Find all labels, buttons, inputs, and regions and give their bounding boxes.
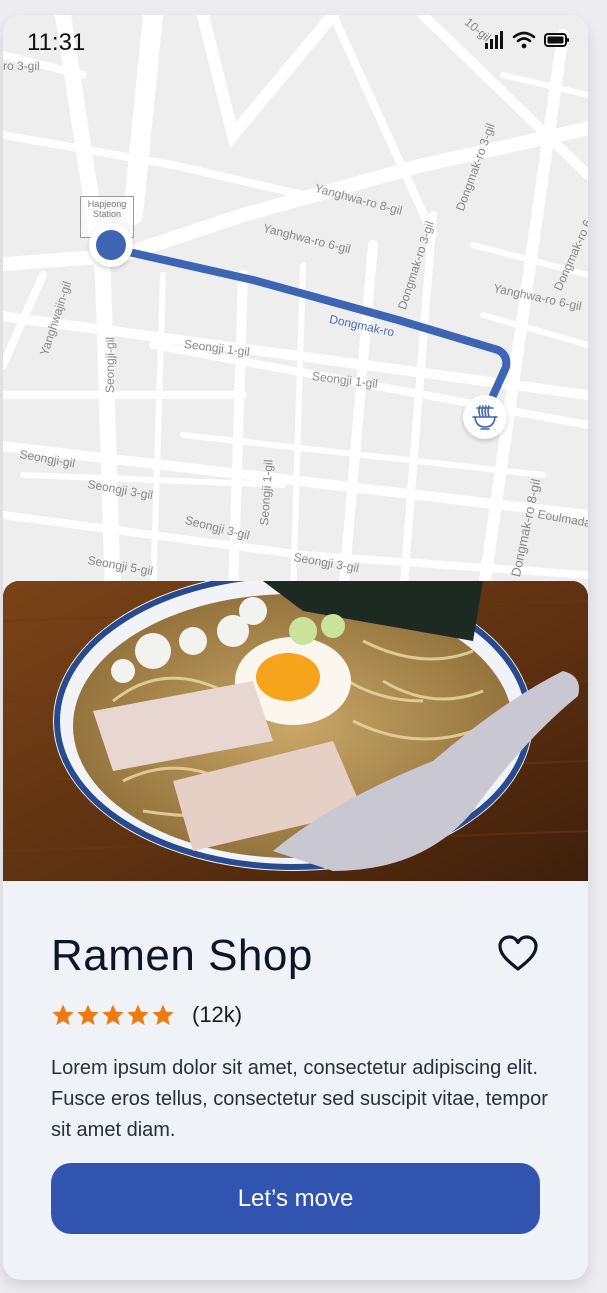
place-description: Lorem ipsum dolor sit amet, consectetur … [51,1057,548,1141]
wifi-icon [512,31,536,49]
rating-count: (12k) [192,1002,243,1027]
status-time: 11:31 [27,29,86,56]
ramen-bowl-icon [472,405,498,430]
place-card: Ramen Shop (12k) Lorem ipsum dolor sit a… [3,881,588,1280]
origin-dot [96,230,126,260]
lets-move-button[interactable]: Let’s move [51,1163,540,1234]
star-icon [152,1004,174,1025]
star-icon [77,1004,99,1025]
phone-screen: ro 3-gil Yanghwa-ro 8-gil Yanghwa-ro 6-g… [3,15,588,1280]
map-streets [3,15,588,595]
star-icon [52,1004,74,1025]
origin-pin[interactable] [89,223,133,267]
station-label: Hapjeong Station [87,199,127,219]
star-icon [127,1004,149,1025]
place-title: Ramen Shop [51,931,313,980]
ramen-photo [3,581,588,881]
street-label: Seongji-gil [103,336,117,393]
rating: (12k) [51,1002,242,1028]
star-rating [51,1003,175,1027]
star-icon [102,1004,124,1025]
status-bar: 11:31 [3,15,588,71]
heart-icon[interactable] [497,933,539,975]
battery-icon [544,33,569,47]
destination-pin[interactable] [463,395,507,439]
route-map[interactable]: ro 3-gil Yanghwa-ro 8-gil Yanghwa-ro 6-g… [3,15,588,595]
signal-icon [485,31,503,49]
